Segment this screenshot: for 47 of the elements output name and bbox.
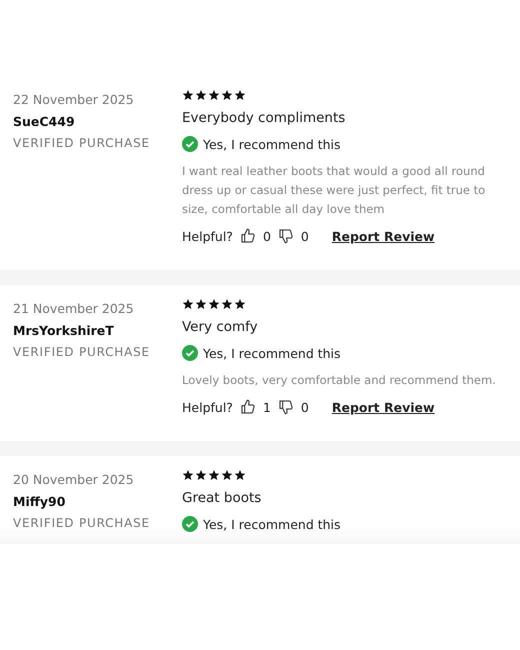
- star-icon: [234, 469, 246, 481]
- star-icon: [221, 298, 233, 310]
- review-date: 21 November 2025: [13, 301, 135, 316]
- star-icon: [208, 469, 220, 481]
- star-icon: [195, 89, 207, 101]
- recommend-text: Yes, I recommend this: [203, 516, 341, 532]
- check-circle-icon: [182, 516, 198, 532]
- star-icon: [208, 298, 220, 310]
- thumbs-down-icon[interactable]: [278, 399, 294, 415]
- verified-label: VERIFIED PURCHASE: [13, 345, 151, 359]
- report-review-link[interactable]: Report Review: [332, 400, 435, 414]
- check-circle-icon: [182, 136, 198, 152]
- helpful-count: 0: [262, 228, 271, 244]
- check-circle-icon: [182, 345, 198, 361]
- star-icon: [234, 89, 246, 101]
- review-date: 20 November 2025: [13, 472, 135, 487]
- review-title: Great boots: [182, 490, 262, 506]
- reviewer-name: SueC449: [13, 114, 76, 129]
- star-icon: [182, 89, 194, 101]
- verified-label: VERIFIED PURCHASE: [13, 136, 151, 150]
- thumbs-up-icon[interactable]: [240, 228, 256, 244]
- review-text: Lovely boots, very comfortable and recommend them.: [182, 372, 497, 389]
- thumbs-down-icon[interactable]: [278, 228, 294, 244]
- star-icon: [221, 469, 233, 481]
- star-icon: [208, 89, 220, 101]
- helpful-label: Helpful?: [182, 400, 233, 414]
- verified-label: VERIFIED PURCHASE: [13, 516, 151, 530]
- thumbs-up-icon[interactable]: [240, 399, 256, 415]
- review-title: Very comfy: [182, 319, 258, 335]
- review-date: 22 November 2025: [13, 92, 135, 107]
- helpful-count: 1: [262, 400, 271, 414]
- review-text: I want real leather boots that would a good all round dress up or casual these were just perfect, fit true to size, comfortable all day love them: [182, 163, 486, 218]
- helpful-label: Helpful?: [182, 228, 233, 244]
- unhelpful-count: 0: [300, 400, 309, 414]
- review-title: Everybody compliments: [182, 110, 346, 126]
- report-review-link[interactable]: Report Review: [332, 228, 435, 244]
- reviewer-name: Miffy90: [13, 494, 66, 509]
- unhelpful-count: 0: [300, 228, 309, 244]
- reviewer-name: MrsYorkshireT: [13, 323, 115, 338]
- recommend-text: Yes, I recommend this: [203, 136, 341, 152]
- star-icon: [182, 469, 194, 481]
- recommend-text: Yes, I recommend this: [203, 346, 341, 360]
- star-icon: [221, 89, 233, 101]
- star-icon: [195, 469, 207, 481]
- star-icon: [195, 298, 207, 310]
- star-icon: [182, 298, 194, 310]
- star-icon: [234, 298, 246, 310]
